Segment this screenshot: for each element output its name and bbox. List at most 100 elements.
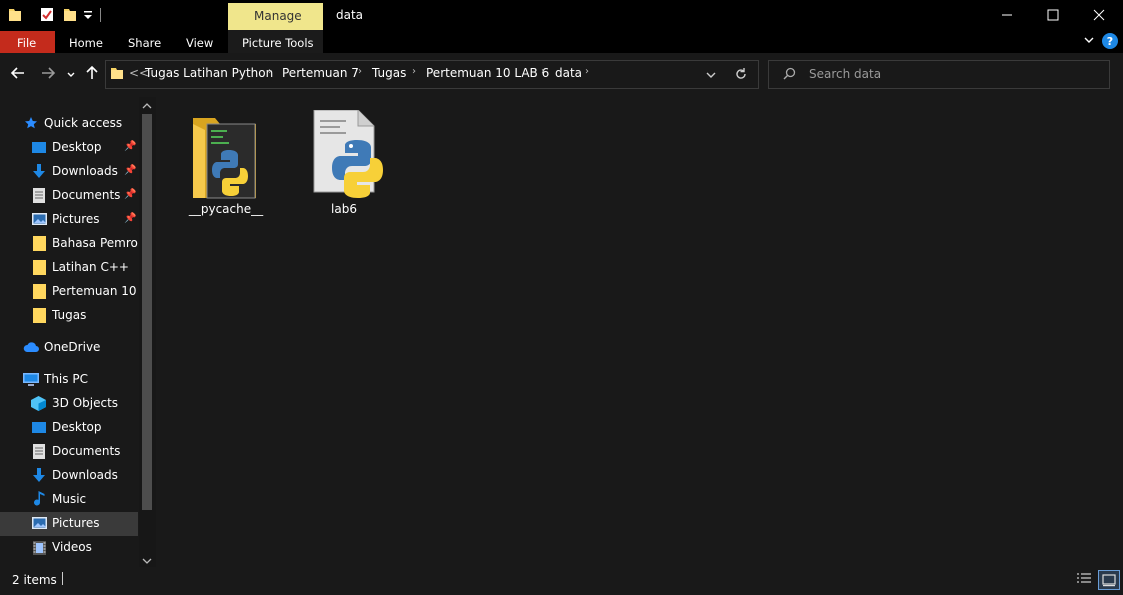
sidebar-item-pc-downloads[interactable]: Downloads [0, 464, 138, 488]
file-list-area[interactable] [156, 97, 1123, 567]
new-folder-icon[interactable] [63, 7, 77, 22]
breadcrumb-separator[interactable]: › [541, 66, 545, 77]
sidebar-item-this-pc[interactable]: This PC [0, 368, 138, 392]
folder-python-icon [191, 112, 261, 202]
sidebar-item-desktop[interactable]: Desktop 📌 [0, 136, 138, 160]
sidebar-item-tugas[interactable]: Tugas [0, 304, 138, 328]
desktop-icon [32, 421, 46, 437]
folder-icon [33, 260, 46, 278]
help-icon: ? [1106, 34, 1114, 48]
sidebar-item-onedrive[interactable]: OneDrive [0, 336, 138, 360]
sidebar-item-pc-desktop[interactable]: Desktop [0, 416, 138, 440]
star-icon [24, 116, 38, 133]
breadcrumb-separator[interactable]: › [585, 66, 589, 77]
document-icon [33, 444, 45, 462]
expand-ribbon-button[interactable] [1083, 34, 1095, 48]
minimize-icon [1002, 14, 1012, 16]
minimize-button[interactable] [984, 0, 1030, 30]
status-bar [0, 567, 1123, 595]
recent-locations-button[interactable] [66, 69, 76, 79]
arrow-up-icon [86, 65, 98, 79]
forward-button[interactable] [40, 65, 56, 81]
chevron-up-icon [142, 103, 152, 109]
file-item[interactable]: __pycache__ [186, 106, 266, 218]
back-button[interactable] [10, 65, 26, 81]
sidebar-item-3d-objects[interactable]: 3D Objects [0, 392, 138, 416]
document-icon [33, 188, 45, 206]
folder-icon [33, 308, 46, 326]
python-file-icon [310, 109, 390, 200]
close-icon [1093, 9, 1105, 21]
tab-view[interactable]: View [186, 36, 213, 50]
folder-icon [33, 236, 46, 254]
close-button[interactable] [1076, 0, 1122, 30]
computer-icon [23, 373, 39, 389]
music-note-icon [34, 491, 45, 510]
breadcrumb-item[interactable]: Pertemuan 10 LAB 6 [426, 66, 549, 80]
customize-dropdown-icon[interactable] [83, 9, 93, 24]
sidebar-item-downloads[interactable]: Downloads 📌 [0, 160, 138, 184]
cloud-icon [23, 342, 39, 356]
toolbar-divider [100, 8, 101, 22]
breadcrumb-separator[interactable]: › [268, 66, 272, 77]
breadcrumb-separator[interactable]: › [412, 66, 416, 77]
download-arrow-icon [32, 468, 46, 486]
file-item[interactable]: lab6 [304, 106, 384, 218]
tab-picture-tools[interactable]: Picture Tools [242, 36, 314, 50]
arrow-left-icon [10, 67, 24, 79]
folder-icon[interactable] [8, 7, 22, 22]
sidebar-item-pc-pictures[interactable]: Pictures [0, 512, 138, 536]
sidebar-item-pictures[interactable]: Pictures 📌 [0, 208, 138, 232]
sidebar-item-quick-access[interactable]: Quick access [0, 112, 138, 136]
breadcrumb-separator[interactable]: › [358, 66, 362, 77]
tab-file[interactable]: File [0, 31, 55, 53]
chevron-down-icon [67, 72, 75, 77]
search-icon [783, 67, 796, 80]
maximize-button[interactable] [1030, 0, 1076, 30]
title-bar [0, 0, 1123, 31]
manage-label: Manage [254, 9, 302, 23]
breadcrumb-item[interactable]: Tugas Latihan Python [145, 66, 273, 80]
sidebar-item-videos[interactable]: Videos [0, 536, 138, 560]
tab-home[interactable]: Home [69, 36, 103, 50]
large-icons-view-icon [1102, 574, 1116, 587]
large-icons-view-button[interactable] [1098, 570, 1120, 590]
sidebar-item-pertemuan-10-lab[interactable]: Pertemuan 10 LA [0, 280, 138, 304]
pin-icon: 📌 [124, 189, 137, 200]
details-view-button[interactable] [1076, 572, 1092, 586]
pictures-icon [32, 213, 47, 228]
folder-icon [110, 66, 124, 80]
properties-icon[interactable] [40, 7, 54, 22]
pin-icon: 📌 [124, 213, 137, 224]
pin-icon: 📌 [124, 141, 137, 152]
scroll-up-button[interactable] [141, 100, 153, 110]
breadcrumb-item[interactable]: Tugas [372, 66, 406, 80]
maximize-icon [1047, 9, 1059, 21]
pin-icon: 📌 [124, 165, 137, 176]
sidebar-item-documents[interactable]: Documents 📌 [0, 184, 138, 208]
details-view-icon [1077, 573, 1091, 583]
download-arrow-icon [32, 164, 46, 182]
sidebar-item-pc-documents[interactable]: Documents [0, 440, 138, 464]
help-button[interactable]: ? [1102, 33, 1118, 49]
cube-icon [31, 396, 46, 414]
breadcrumb-item[interactable]: Pertemuan 7 [282, 66, 359, 80]
sidebar-item-bahasa-pemrograman[interactable]: Bahasa Pemrogr [0, 232, 138, 256]
scrollbar-thumb[interactable] [142, 114, 152, 510]
up-button[interactable] [84, 65, 100, 81]
sidebar-item-latihan-cpp[interactable]: Latihan C++ [0, 256, 138, 280]
arrow-right-icon [42, 67, 56, 79]
item-count: 2 items [12, 573, 57, 587]
breadcrumb-item[interactable]: data [555, 66, 582, 80]
tab-share[interactable]: Share [128, 36, 161, 50]
address-history-dropdown[interactable] [705, 69, 717, 79]
status-divider [62, 572, 63, 585]
folder-icon [33, 284, 46, 302]
sidebar-item-music[interactable]: Music [0, 488, 138, 512]
refresh-button[interactable] [734, 67, 748, 81]
film-icon [33, 541, 46, 558]
scroll-down-button[interactable] [141, 555, 153, 565]
chevron-down-icon [706, 72, 716, 78]
manage-context-tab[interactable]: Manage [228, 3, 323, 30]
window-title: data [336, 8, 364, 22]
